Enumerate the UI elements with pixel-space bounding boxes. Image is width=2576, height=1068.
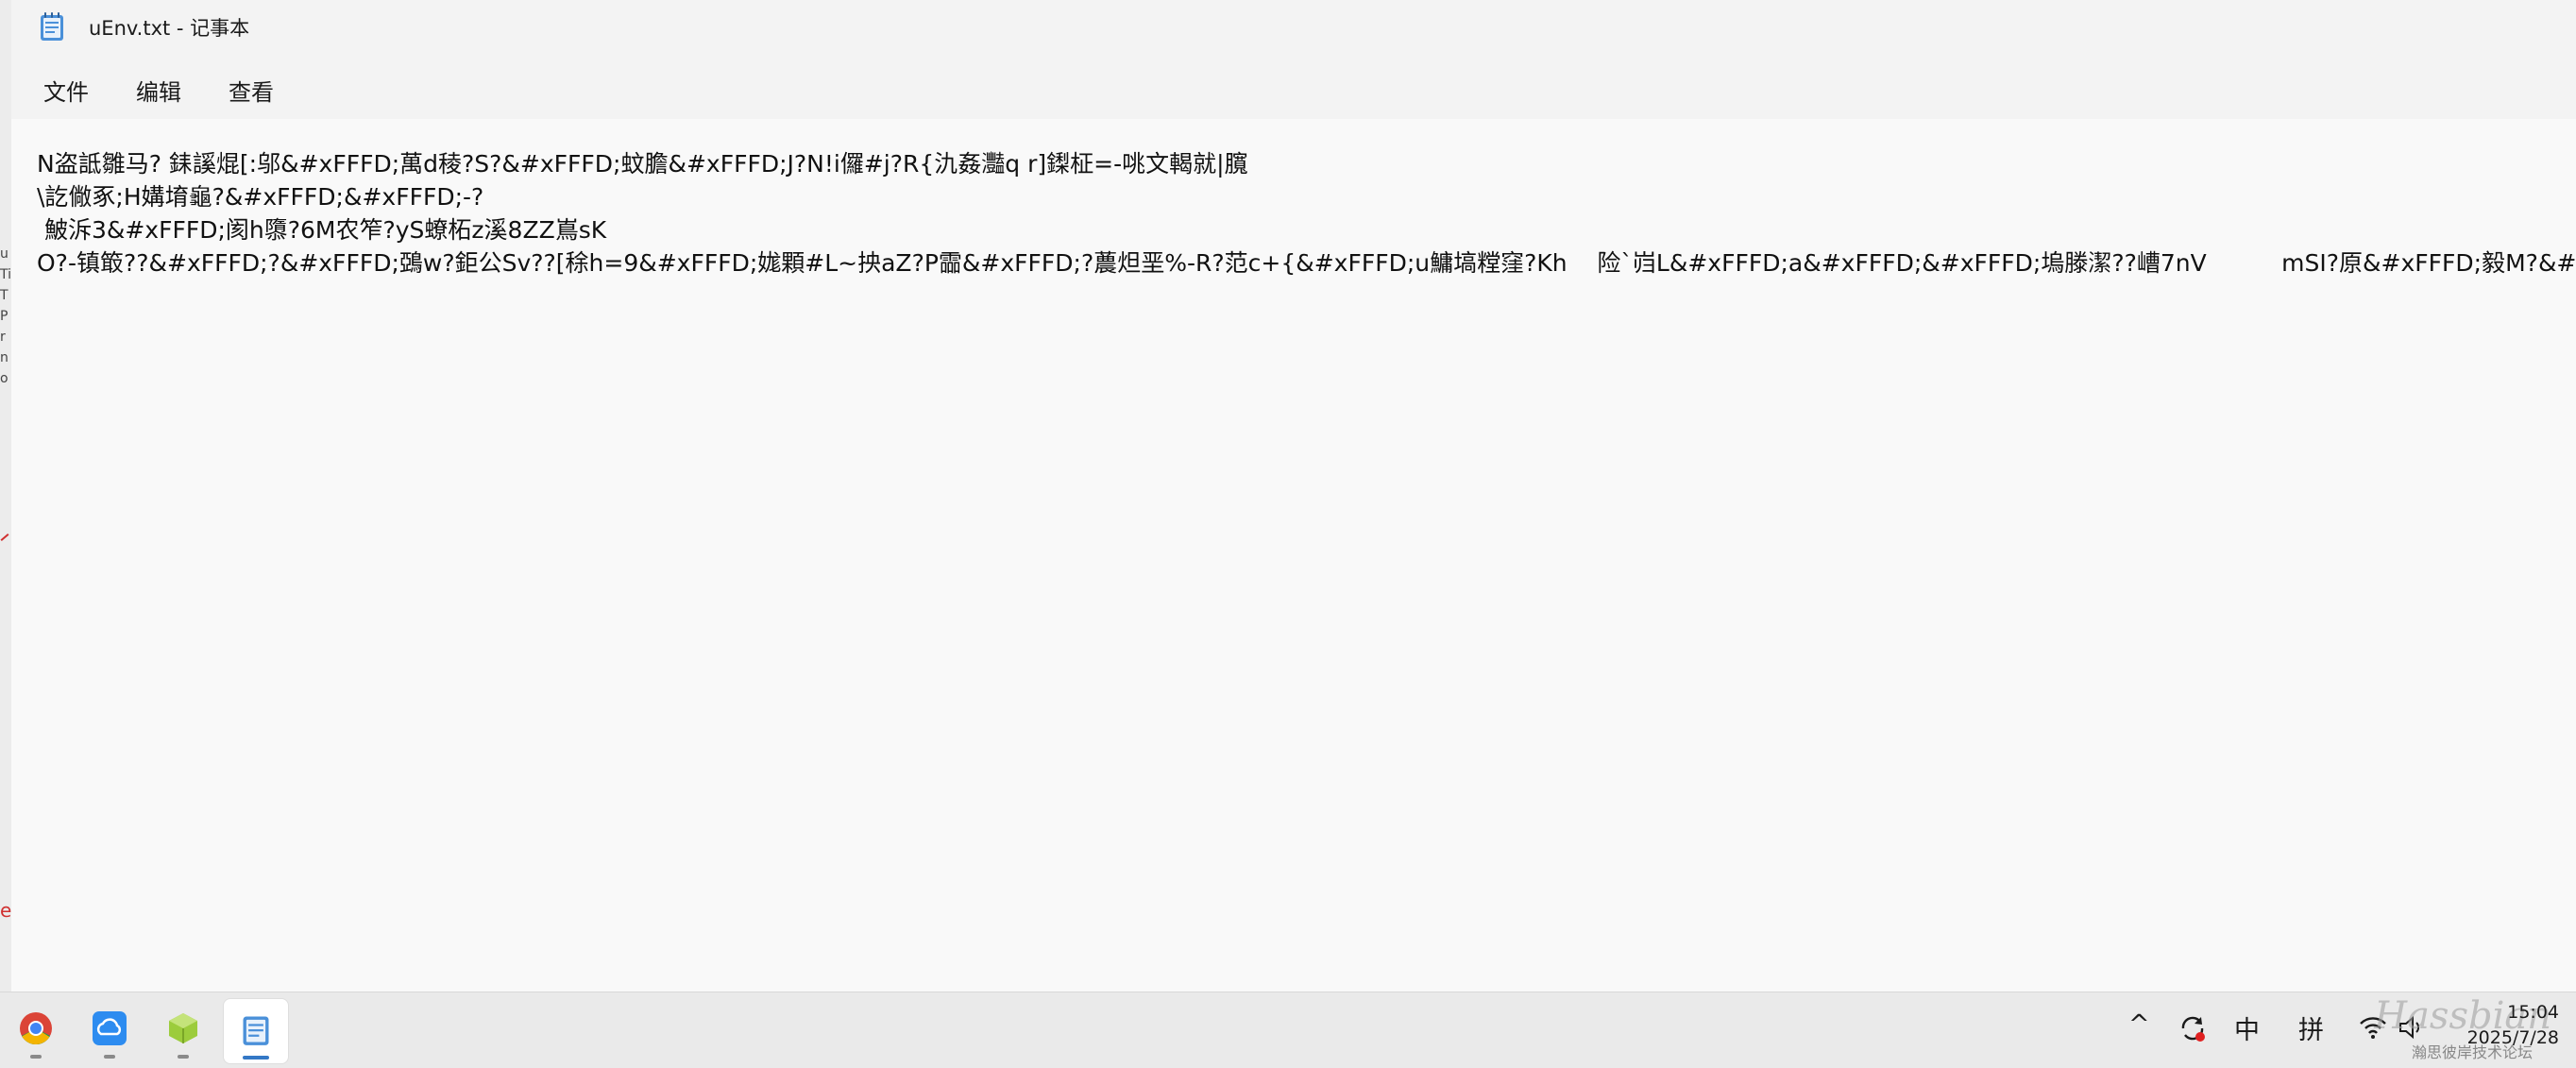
background-text: u Ti T Pr n o: [0, 246, 11, 386]
background-red-line: [0, 534, 9, 541]
text-line: N盗詆雛马? 銇謑焜[:邬&#xFFFD;萬d稜?S?&#xFFFD;蚊膽&#x…: [37, 150, 1248, 178]
background-red-text: e: [0, 899, 11, 922]
title-bar[interactable]: uEnv.txt - 记事本: [11, 0, 2576, 55]
box-app-icon: [169, 1013, 197, 1043]
active-indicator: [243, 1056, 269, 1060]
taskbar: ^ 中 拼 Hassbian 瀚思彼岸技术论坛 15:04 2025/7/28: [0, 992, 2576, 1068]
menu-view[interactable]: 查看: [219, 68, 283, 112]
notepad-window: uEnv.txt - 记事本 文件 编辑 查看 N盗詆雛马? 銇謑焜[:邬&#x…: [11, 0, 2576, 992]
cloud-app-icon: [93, 1011, 127, 1045]
running-indicator: [104, 1055, 115, 1059]
menu-edit[interactable]: 编辑: [127, 68, 191, 112]
taskbar-chrome[interactable]: [4, 998, 68, 1062]
sync-icon[interactable]: [2178, 1013, 2208, 1043]
ime-mode-indicator[interactable]: 中: [2234, 1009, 2260, 1046]
clock-date: 2025/7/28: [2466, 1027, 2559, 1048]
running-indicator: [178, 1055, 189, 1059]
text-line: 鮍泝3&#xFFFD;阂h隳?6M农笮?yS蟟柘z溪8ZZ嶌sK: [37, 216, 607, 244]
taskbar-cloud-app[interactable]: [77, 998, 142, 1062]
text-line: O?-镇箃??&#xFFFD;?&#xFFFD;鵶w?鉅公Sv??[稌h=9&#…: [37, 249, 2576, 277]
running-indicator: [30, 1055, 42, 1059]
notepad-icon: [41, 12, 63, 41]
text-editor[interactable]: N盗詆雛马? 銇謑焜[:邬&#xFFFD;萬d稜?S?&#xFFFD;蚊膽&#x…: [11, 119, 2576, 992]
show-hidden-icons-chevron[interactable]: ^: [2128, 1009, 2150, 1039]
chrome-icon: [20, 1012, 52, 1044]
notepad-icon: [243, 1016, 269, 1045]
menu-bar: 文件 编辑 查看: [11, 55, 2576, 120]
clock-time: 15:04: [2507, 1002, 2559, 1023]
text-line: \訖僘豖;H媾堉龜?&#xFFFD;&#xFFFD;-?: [37, 183, 484, 211]
ime-input-indicator[interactable]: 拼: [2298, 1009, 2324, 1046]
menu-file[interactable]: 文件: [34, 68, 98, 112]
taskbar-box-app[interactable]: [151, 998, 215, 1062]
window-title: uEnv.txt - 记事本: [89, 17, 250, 40]
system-clock[interactable]: 15:04 2025/7/28: [2467, 1000, 2559, 1051]
taskbar-notepad[interactable]: [223, 998, 289, 1064]
